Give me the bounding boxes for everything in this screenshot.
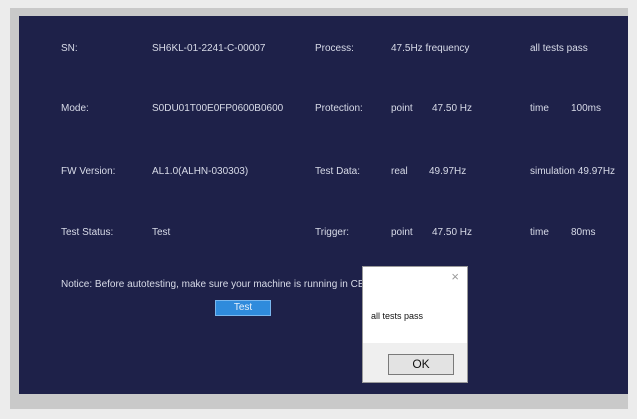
dialog-footer: OK [363, 343, 467, 382]
message-dialog: × all tests pass OK [362, 266, 468, 383]
test-data-label: Test Data: [315, 166, 361, 177]
test-button[interactable]: Test [215, 300, 271, 316]
process-value: 47.5Hz frequency [391, 43, 470, 54]
sn-value: SH6KL-01-2241-C-00007 [152, 43, 266, 54]
mode-label: Mode: [61, 103, 89, 114]
fw-version-label: FW Version: [61, 166, 116, 177]
test-status-value: Test [152, 227, 171, 238]
trigger-point-label: point [391, 227, 413, 238]
protection-time-value: 100ms [571, 103, 602, 114]
trigger-label: Trigger: [315, 227, 350, 238]
protection-label: Protection: [315, 103, 363, 114]
mode-value: S0DU01T00E0FP0600B0600 [152, 103, 284, 114]
main-panel [19, 16, 628, 394]
test-data-real-label: real [391, 166, 408, 177]
sn-label: SN: [61, 43, 78, 54]
notice-text: Notice: Before autotesting, make sure yo… [61, 279, 365, 290]
ok-button[interactable]: OK [388, 354, 454, 375]
trigger-time-value: 80ms [571, 227, 596, 238]
process-result: all tests pass [530, 43, 588, 54]
test-status-label: Test Status: [61, 227, 114, 238]
close-icon[interactable]: × [451, 270, 459, 284]
dialog-message: all tests pass [371, 311, 424, 321]
protection-point-value: 47.50 Hz [432, 103, 473, 114]
fw-version-value: AL1.0(ALHN-030303) [152, 166, 249, 177]
test-data-simulation: simulation 49.97Hz [530, 166, 616, 177]
process-label: Process: [315, 43, 354, 54]
trigger-time-label: time [530, 227, 549, 238]
trigger-point-value: 47.50 Hz [432, 227, 473, 238]
protection-point-label: point [391, 103, 413, 114]
test-data-real-value: 49.97Hz [429, 166, 467, 177]
protection-time-label: time [530, 103, 549, 114]
